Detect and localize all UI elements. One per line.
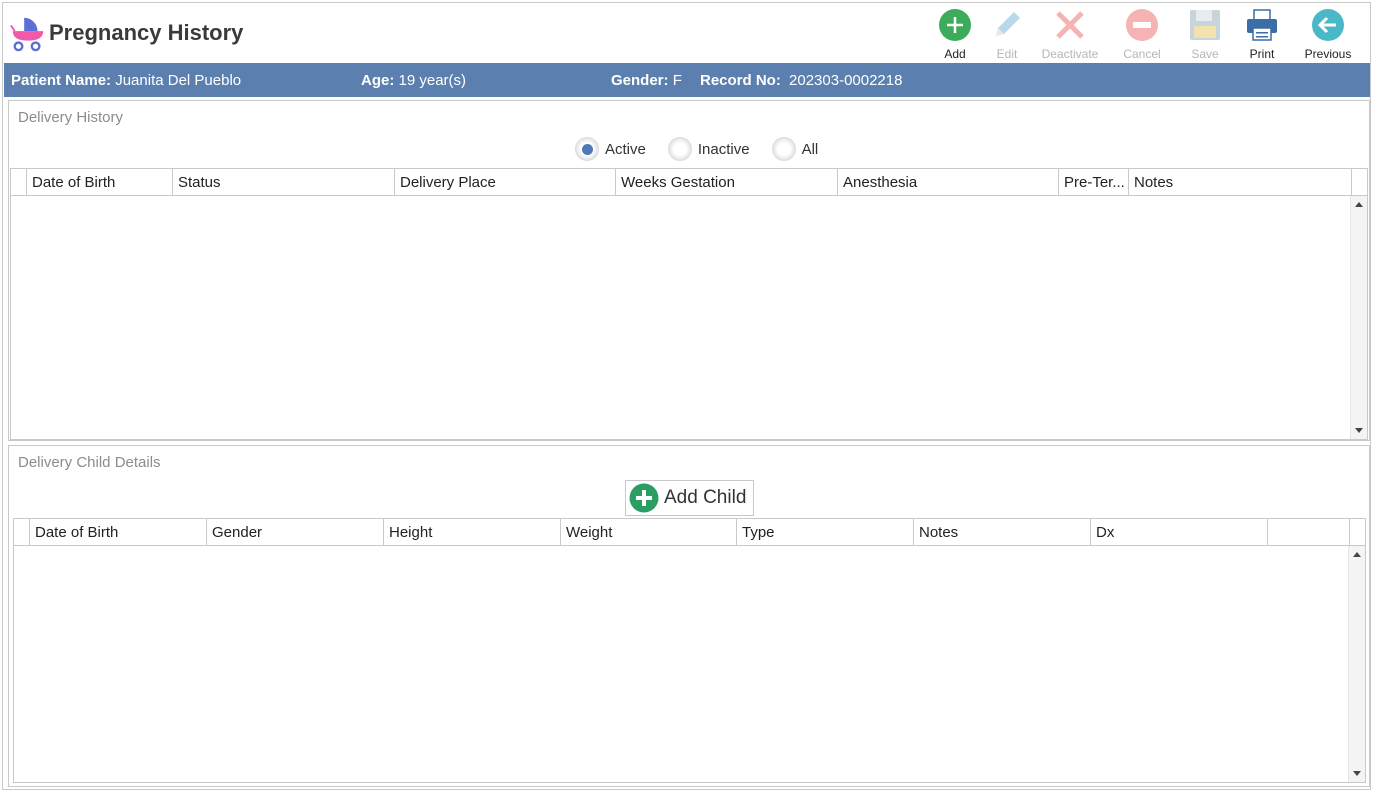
col-weeks-gestation[interactable]: Weeks Gestation [615,169,837,196]
add-child-label: Add Child [664,487,747,508]
gender-value: F [672,72,682,89]
filter-all-label: All [801,140,819,158]
radio-unselected-icon [667,137,692,161]
add-child-button[interactable]: Add Child [625,480,754,516]
edit-label: Edit [996,47,1018,61]
record-label: Record No: [700,72,781,89]
back-arrow-icon [1311,8,1345,42]
gender-label: Gender: [611,72,669,89]
baby-carriage-icon [10,17,44,52]
scroll-up-icon[interactable] [1353,552,1361,557]
col-weight[interactable]: Weight [560,519,736,546]
save-button[interactable]: Save [1185,5,1225,61]
delivery-child-panel: Delivery Child Details Add Child Date of… [8,445,1370,787]
minus-circle-icon [1125,8,1159,42]
filter-inactive-radio[interactable]: Inactive [667,137,750,161]
col-spacer [1351,169,1368,196]
col-type[interactable]: Type [736,519,913,546]
scroll-down-icon[interactable] [1353,771,1361,776]
delivery-history-panel: Delivery History Active Inactive All Dat… [8,100,1370,441]
patient-info-bar: Patient Name: Juanita Del Pueblo Age: 19… [4,63,1370,97]
delivery-child-title: Delivery Child Details [18,454,161,471]
patient-name: Patient Name: Juanita Del Pueblo [11,72,241,89]
radio-selected-icon [575,137,599,161]
filter-all-radio[interactable]: All [771,137,819,161]
delivery-history-grid: Date of Birth Status Delivery Place Week… [10,168,1368,440]
x-icon [1053,8,1087,42]
save-label: Save [1191,47,1219,61]
patient-record: Record No: 202303-0002218 [700,72,902,89]
page-title: Pregnancy History [49,20,244,45]
status-filter: Active Inactive All [575,137,840,161]
col-dx[interactable]: Dx [1090,519,1267,546]
deactivate-button[interactable]: Deactivate [1038,5,1102,61]
col-empty [1267,519,1349,546]
add-button[interactable]: Add [930,5,980,61]
col-notes[interactable]: Notes [1128,169,1351,196]
col-gender[interactable]: Gender [206,519,383,546]
filter-inactive-label: Inactive [697,140,750,158]
window: Pregnancy History Add Edit Deactivate Ca… [2,2,1371,790]
printer-icon [1245,8,1279,42]
col-date-of-birth[interactable]: Date of Birth [29,519,206,546]
delivery-child-header: Date of Birth Gender Height Weight Type … [14,519,1365,546]
patient-gender: Gender: F [611,72,682,89]
patient-name-label: Patient Name: [11,72,112,89]
previous-label: Previous [1304,47,1352,61]
deactivate-label: Deactivate [1041,47,1099,61]
patient-name-value: Juanita Del Pueblo [115,72,242,89]
add-child-plus-icon [629,483,659,513]
previous-button[interactable]: Previous [1298,5,1358,61]
age-label: Age: [361,72,395,89]
col-date-of-birth[interactable]: Date of Birth [26,169,172,196]
pencil-icon [990,8,1024,42]
print-button[interactable]: Print [1242,5,1282,61]
delivery-child-scrollbar[interactable] [1348,546,1365,782]
col-notes[interactable]: Notes [913,519,1090,546]
col-spacer [1349,519,1366,546]
delivery-history-title: Delivery History [18,109,124,126]
delivery-child-grid: Date of Birth Gender Height Weight Type … [13,518,1366,783]
edit-button[interactable]: Edit [986,5,1028,61]
cancel-label: Cancel [1123,47,1161,61]
print-label: Print [1249,47,1275,61]
col-pre-term[interactable]: Pre-Ter... [1058,169,1128,196]
add-label: Add [944,47,966,61]
col-delivery-place[interactable]: Delivery Place [394,169,615,196]
floppy-disk-icon [1188,8,1222,42]
cancel-button[interactable]: Cancel [1120,5,1164,61]
col-height[interactable]: Height [383,519,560,546]
col-status[interactable]: Status [172,169,394,196]
filter-active-radio[interactable]: Active [575,137,646,161]
filter-active-label: Active [605,140,646,158]
patient-age: Age: 19 year(s) [361,72,466,89]
radio-unselected-icon [771,137,796,161]
scroll-up-icon[interactable] [1355,202,1363,207]
scroll-down-icon[interactable] [1355,428,1363,433]
delivery-history-header: Date of Birth Status Delivery Place Week… [11,169,1367,196]
record-value: 202303-0002218 [789,72,903,89]
header: Pregnancy History Add Edit Deactivate Ca… [3,3,1370,63]
age-value: 19 year(s) [398,72,467,89]
col-anesthesia[interactable]: Anesthesia [837,169,1058,196]
delivery-history-scrollbar[interactable] [1350,196,1367,439]
add-circle-icon [938,8,972,42]
